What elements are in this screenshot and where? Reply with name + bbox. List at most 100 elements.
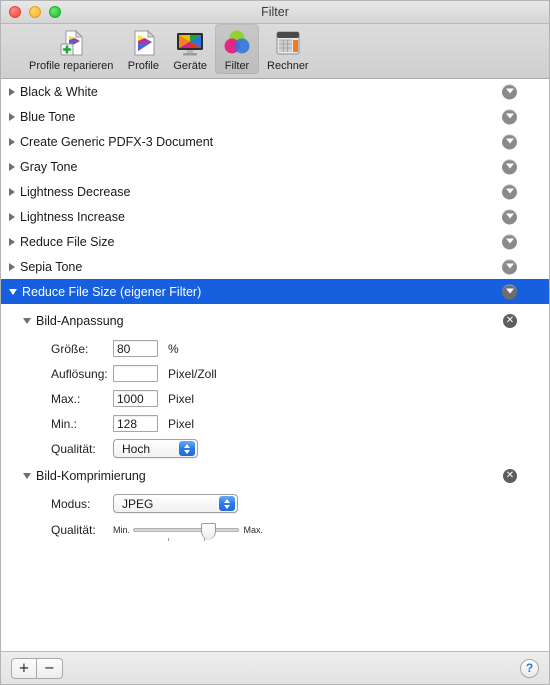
modus-dropdown[interactable]: JPEG: [113, 494, 238, 513]
filter-row-black-and-white[interactable]: Black & White: [1, 79, 549, 104]
filter-row-label: Reduce File Size (eigener Filter): [22, 284, 202, 299]
field-unit-max: Pixel: [168, 391, 195, 406]
chevron-down-icon: [505, 88, 514, 94]
disclosure-triangle-icon[interactable]: [23, 473, 31, 479]
filter-icon: [221, 27, 253, 59]
field-unit-groesse: %: [168, 341, 179, 356]
chevron-down-icon: [505, 113, 514, 119]
image-compression-fields: Modus: JPEG Qualität: Min. Max.: [1, 491, 549, 544]
field-label-modus: Modus:: [51, 496, 91, 511]
filter-row-lightness-decrease[interactable]: Lightness Decrease: [1, 179, 549, 204]
disclosure-triangle-icon[interactable]: [9, 187, 15, 196]
chevron-down-icon: [505, 213, 514, 219]
disclosure-triangle-icon[interactable]: [23, 318, 31, 324]
filter-row-menu-button[interactable]: [502, 109, 517, 124]
stepper-arrows-icon[interactable]: [219, 496, 235, 511]
slider-tick: [168, 538, 170, 541]
toolbar-item-label: Profile: [127, 60, 159, 72]
field-row-aufloesung: Auflösung: Pixel/Zoll: [1, 361, 549, 386]
toolbar-item-calculator[interactable]: Rechner: [261, 24, 315, 74]
filter-row-menu-button[interactable]: [502, 209, 517, 224]
min-input[interactable]: [113, 415, 158, 432]
filter-row-menu-button[interactable]: [502, 134, 517, 149]
field-label-max: Max.:: [51, 391, 81, 406]
filter-row-menu-button[interactable]: [502, 84, 517, 99]
slider-max-label: Max.: [243, 525, 263, 535]
image-adjust-fields: Größe: % Auflösung: Pixel/Zoll Max.: Pix…: [1, 336, 549, 461]
modus-value: JPEG: [122, 496, 154, 511]
disclosure-triangle-icon[interactable]: [9, 288, 17, 295]
section-remove-button[interactable]: ✕: [503, 469, 517, 483]
toolbar-item-label: Rechner: [267, 60, 309, 72]
toolbar-item-profile-repair[interactable]: Profile reparieren: [23, 24, 119, 74]
filter-detail-panel: Bild-Anpassung ✕ Größe: % Auflösung: Pix…: [1, 304, 549, 544]
section-remove-button[interactable]: ✕: [503, 314, 517, 328]
disclosure-triangle-icon[interactable]: [9, 162, 15, 171]
filter-row-create-generic-pdfx3[interactable]: Create Generic PDFX-3 Document: [1, 129, 549, 154]
toolbar-item-label: Filter: [224, 60, 250, 72]
slider-thumb[interactable]: [201, 523, 217, 539]
chevron-down-icon: [505, 163, 514, 169]
stepper-arrows-icon[interactable]: [179, 441, 195, 456]
filter-row-reduce-file-size-custom[interactable]: Reduce File Size (eigener Filter): [1, 279, 549, 304]
toolbar-item-devices[interactable]: Geräte: [167, 24, 213, 74]
filter-row-sepia-tone[interactable]: Sepia Tone: [1, 254, 549, 279]
traffic-lights: [9, 6, 61, 18]
section-title: Bild-Anpassung: [36, 314, 124, 328]
slider-min-label: Min.: [113, 525, 131, 535]
filter-row-gray-tone[interactable]: Gray Tone: [1, 154, 549, 179]
filter-row-reduce-file-size[interactable]: Reduce File Size: [1, 229, 549, 254]
toolbar-item-label: Profile reparieren: [29, 60, 114, 72]
filter-row-menu-button[interactable]: [502, 259, 517, 274]
filter-row-label: Lightness Increase: [20, 209, 125, 224]
filter-row-label: Sepia Tone: [20, 259, 83, 274]
zoom-button[interactable]: [49, 6, 61, 18]
remove-filter-button[interactable]: −: [37, 657, 63, 679]
add-remove-segmented-control: + −: [11, 657, 63, 679]
chevron-down-icon: [505, 188, 514, 194]
field-row-max: Max.: Pixel: [1, 386, 549, 411]
disclosure-triangle-icon[interactable]: [9, 87, 15, 96]
qualitaet-dropdown[interactable]: Hoch: [113, 439, 198, 458]
help-button[interactable]: ?: [520, 658, 539, 678]
filter-row-menu-button[interactable]: [502, 234, 517, 249]
filter-row-blue-tone[interactable]: Blue Tone: [1, 104, 549, 129]
filter-row-menu-button[interactable]: [502, 159, 517, 174]
field-label-aufloesung: Auflösung:: [51, 366, 108, 381]
toolbar-item-filter[interactable]: Filter: [215, 24, 260, 74]
filter-row-lightness-increase[interactable]: Lightness Increase: [1, 204, 549, 229]
minimize-button[interactable]: [29, 6, 41, 18]
section-image-compression-header[interactable]: Bild-Komprimierung: [1, 465, 549, 487]
disclosure-triangle-icon[interactable]: [9, 237, 15, 246]
devices-icon: [174, 27, 206, 59]
filter-row-label: Reduce File Size: [20, 234, 115, 249]
field-label-groesse: Größe:: [51, 341, 89, 356]
groesse-input[interactable]: [113, 340, 158, 357]
window-title: Filter: [261, 5, 289, 19]
slider-track[interactable]: [133, 523, 240, 541]
filter-row-label: Black & White: [20, 84, 98, 99]
add-filter-button[interactable]: +: [11, 657, 37, 679]
close-button[interactable]: [9, 6, 21, 18]
filter-row-menu-button[interactable]: [502, 184, 517, 199]
disclosure-triangle-icon[interactable]: [9, 212, 15, 221]
aufloesung-input[interactable]: [113, 365, 158, 382]
calculator-icon: [272, 27, 304, 59]
toolbar-item-profile[interactable]: Profile: [121, 24, 165, 74]
disclosure-triangle-icon[interactable]: [9, 137, 15, 146]
quality-slider[interactable]: Min. Max.: [113, 519, 263, 541]
chevron-down-icon: [505, 138, 514, 144]
field-unit-aufloesung: Pixel/Zoll: [168, 366, 217, 381]
max-input[interactable]: [113, 390, 158, 407]
filter-row-label: Create Generic PDFX-3 Document: [20, 134, 214, 149]
section-title: Bild-Komprimierung: [36, 469, 146, 483]
filter-row-menu-button[interactable]: [502, 284, 517, 299]
title-bar: Filter: [1, 1, 549, 24]
disclosure-triangle-icon[interactable]: [9, 112, 15, 121]
section-image-adjust-header[interactable]: Bild-Anpassung: [1, 310, 549, 332]
field-row-modus: Modus: JPEG: [1, 491, 549, 516]
disclosure-triangle-icon[interactable]: [9, 262, 15, 271]
filter-list: Black & White Blue Tone Create Generic P…: [1, 79, 549, 651]
section-image-adjust: Bild-Anpassung ✕ Größe: % Auflösung: Pix…: [1, 310, 549, 461]
profile-repair-icon: [55, 27, 87, 59]
